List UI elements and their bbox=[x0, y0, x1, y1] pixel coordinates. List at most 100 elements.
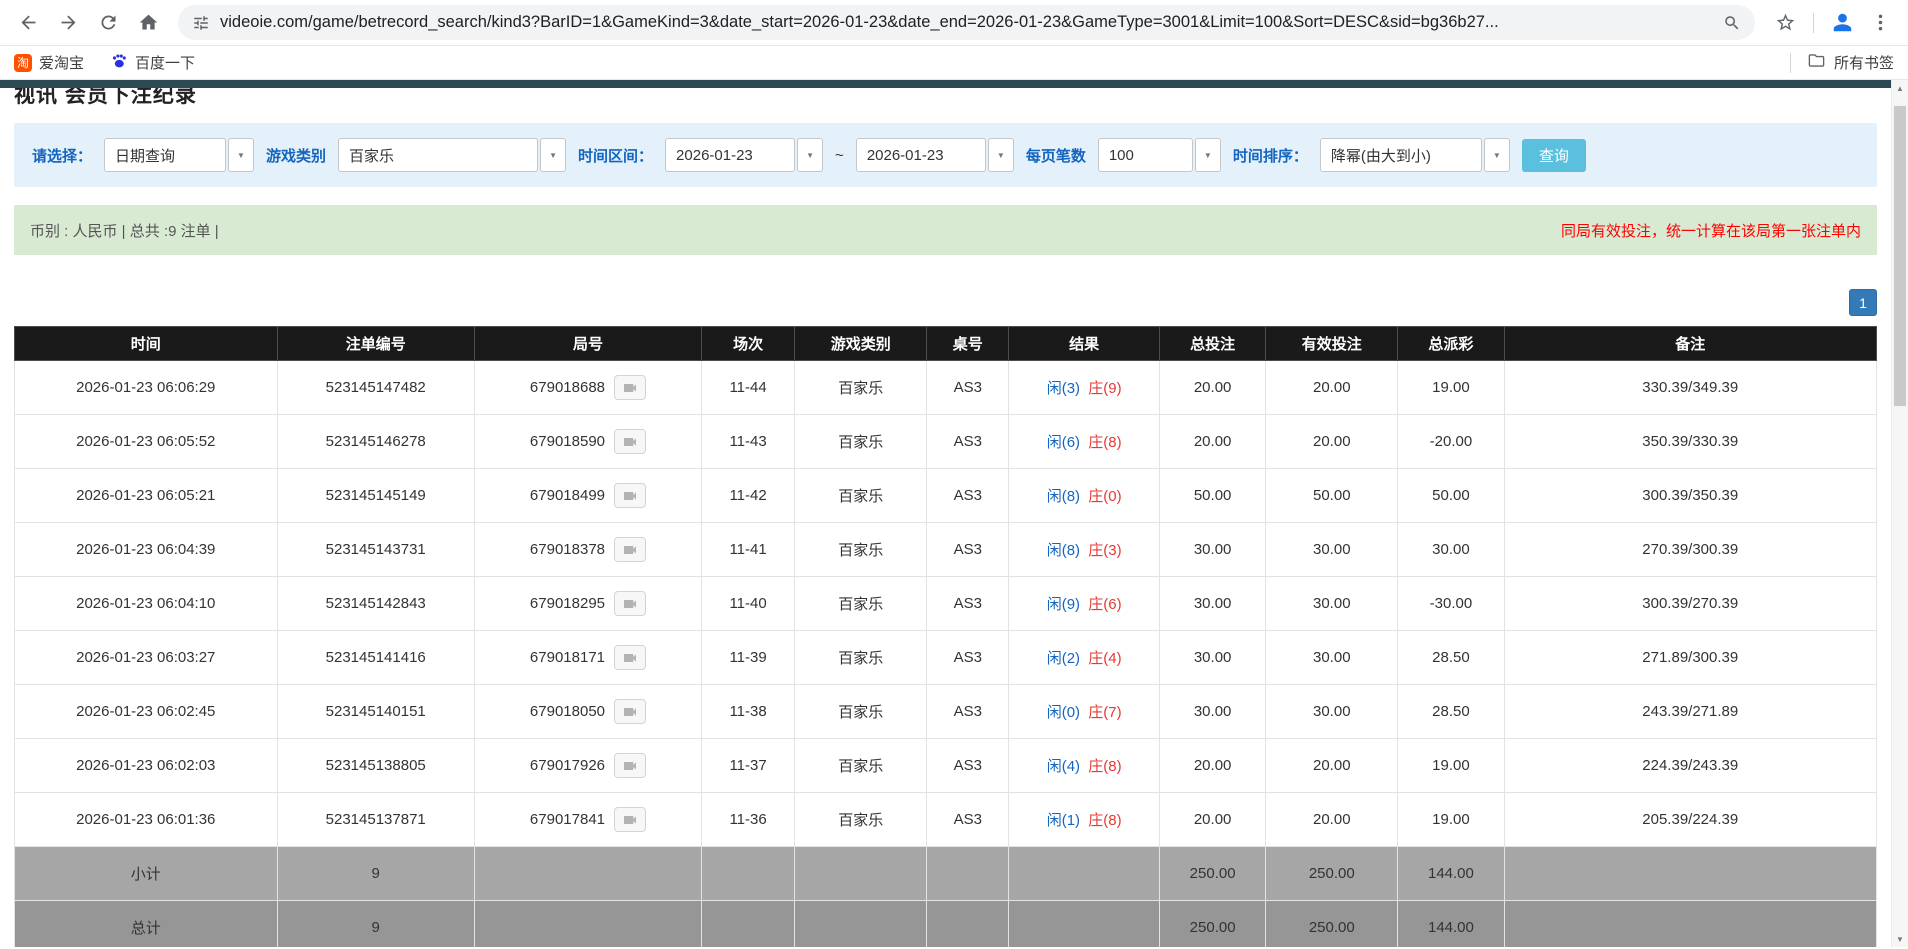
scrollbar-up-arrow[interactable]: ▲ bbox=[1892, 80, 1908, 96]
zoom-icon[interactable] bbox=[1723, 14, 1741, 32]
bookmark-taobao[interactable]: 淘 爱淘宝 bbox=[14, 52, 84, 73]
video-replay-button[interactable] bbox=[614, 537, 646, 562]
cell-payout: 28.50 bbox=[1398, 631, 1504, 685]
game-type-dropdown-button[interactable]: ▼ bbox=[540, 138, 566, 172]
sort-value[interactable]: 降幂(由大到小) bbox=[1320, 138, 1482, 172]
subtotal-count: 9 bbox=[277, 847, 474, 901]
cell-valid-bet: 50.00 bbox=[1266, 469, 1398, 523]
sort-select[interactable]: 降幂(由大到小) ▼ bbox=[1320, 138, 1510, 172]
video-replay-button[interactable] bbox=[614, 645, 646, 670]
column-header: 桌号 bbox=[927, 327, 1009, 361]
total-count: 9 bbox=[277, 901, 474, 948]
address-bar[interactable]: videoie.com/game/betrecord_search/kind3?… bbox=[178, 5, 1755, 40]
bookmark-baidu[interactable]: 百度一下 bbox=[110, 52, 195, 74]
table-row: 2026-01-23 06:04:39 523145143731 6790183… bbox=[15, 523, 1877, 577]
page-viewport: 视讯 会员下注纪录 请选择： 日期查询 ▼ 游戏类别 百家乐 ▼ 时间区间： ▼ bbox=[0, 80, 1908, 947]
table-row: 2026-01-23 06:05:21 523145145149 6790184… bbox=[15, 469, 1877, 523]
game-type-label: 游戏类别 bbox=[266, 145, 326, 166]
video-replay-button[interactable] bbox=[614, 807, 646, 832]
home-button[interactable] bbox=[130, 5, 166, 41]
query-type-value[interactable]: 日期查询 bbox=[104, 138, 226, 172]
cell-total-bet[interactable]: 20.00 bbox=[1160, 361, 1266, 415]
cell-note: 271.89/300.39 bbox=[1504, 631, 1877, 685]
vertical-scrollbar[interactable]: ▲ ▼ bbox=[1891, 80, 1908, 947]
back-button[interactable] bbox=[10, 5, 46, 41]
date-end-input[interactable] bbox=[856, 138, 986, 172]
result-player: 闲(4) bbox=[1047, 758, 1080, 775]
cell-round: 679018590 bbox=[474, 415, 701, 469]
query-type-dropdown-button[interactable]: ▼ bbox=[228, 138, 254, 172]
cell-session: 11-41 bbox=[702, 523, 795, 577]
game-type-value[interactable]: 百家乐 bbox=[338, 138, 538, 172]
refresh-button[interactable] bbox=[90, 5, 126, 41]
cell-game-type: 百家乐 bbox=[795, 469, 927, 523]
date-start-picker[interactable]: ▼ bbox=[665, 138, 823, 172]
page-title-wrap: 视讯 会员下注纪录 bbox=[14, 88, 1877, 111]
cell-payout: 30.00 bbox=[1398, 523, 1504, 577]
profile-button[interactable] bbox=[1824, 5, 1860, 41]
date-start-input[interactable] bbox=[665, 138, 795, 172]
cell-session: 11-42 bbox=[702, 469, 795, 523]
cell-session: 11-43 bbox=[702, 415, 795, 469]
page-size-input[interactable] bbox=[1098, 138, 1193, 172]
date-end-dropdown-button[interactable]: ▼ bbox=[988, 138, 1014, 172]
cell-total-bet[interactable]: 50.00 bbox=[1160, 469, 1266, 523]
cell-game-type: 百家乐 bbox=[795, 631, 927, 685]
cell-total-bet[interactable]: 30.00 bbox=[1160, 577, 1266, 631]
cell-result: 闲(0) 庄(7) bbox=[1009, 685, 1160, 739]
game-type-select[interactable]: 百家乐 ▼ bbox=[338, 138, 566, 172]
cell-bet-id: 523145145149 bbox=[277, 469, 474, 523]
page-size-select[interactable]: ▼ bbox=[1098, 138, 1221, 172]
profile-icon bbox=[1832, 12, 1853, 33]
bookmark-label: 爱淘宝 bbox=[39, 52, 84, 73]
cell-note: 330.39/349.39 bbox=[1504, 361, 1877, 415]
page-size-dropdown-button[interactable]: ▼ bbox=[1195, 138, 1221, 172]
sort-label: 时间排序： bbox=[1233, 145, 1308, 166]
all-bookmarks[interactable]: 所有书签 bbox=[1782, 51, 1894, 74]
cell-game-type: 百家乐 bbox=[795, 739, 927, 793]
date-start-dropdown-button[interactable]: ▼ bbox=[797, 138, 823, 172]
column-header: 局号 bbox=[474, 327, 701, 361]
sort-dropdown-button[interactable]: ▼ bbox=[1484, 138, 1510, 172]
menu-button[interactable] bbox=[1862, 5, 1898, 41]
folder-icon bbox=[1807, 51, 1826, 74]
table-body: 2026-01-23 06:06:29 523145147482 6790186… bbox=[15, 361, 1877, 847]
video-camera-icon bbox=[622, 380, 638, 396]
video-replay-button[interactable] bbox=[614, 591, 646, 616]
round-number: 679018171 bbox=[530, 649, 605, 666]
scrollbar-down-arrow[interactable]: ▼ bbox=[1892, 931, 1908, 947]
star-icon bbox=[1775, 12, 1796, 33]
date-end-picker[interactable]: ▼ bbox=[856, 138, 1014, 172]
url-text: videoie.com/game/betrecord_search/kind3?… bbox=[220, 13, 1713, 32]
video-replay-button[interactable] bbox=[614, 699, 646, 724]
select-label: 请选择： bbox=[32, 145, 92, 166]
cell-total-bet[interactable]: 30.00 bbox=[1160, 685, 1266, 739]
cell-total-bet[interactable]: 30.00 bbox=[1160, 523, 1266, 577]
chevron-down-icon: ▼ bbox=[237, 151, 245, 160]
cell-total-bet[interactable]: 20.00 bbox=[1160, 739, 1266, 793]
cell-total-bet[interactable]: 20.00 bbox=[1160, 415, 1266, 469]
video-replay-button[interactable] bbox=[614, 429, 646, 454]
cell-game-type: 百家乐 bbox=[795, 685, 927, 739]
result-banker: 庄(8) bbox=[1088, 758, 1121, 775]
scrollbar-thumb[interactable] bbox=[1894, 106, 1906, 406]
forward-button[interactable] bbox=[50, 5, 86, 41]
subtotal-total-bet: 250.00 bbox=[1160, 847, 1266, 901]
search-button[interactable]: 查询 bbox=[1522, 139, 1586, 172]
cell-payout: -30.00 bbox=[1398, 577, 1504, 631]
video-replay-button[interactable] bbox=[614, 375, 646, 400]
site-info-icon[interactable] bbox=[192, 14, 210, 32]
video-replay-button[interactable] bbox=[614, 753, 646, 778]
cell-total-bet[interactable]: 20.00 bbox=[1160, 793, 1266, 847]
cell-session: 11-37 bbox=[702, 739, 795, 793]
query-type-select[interactable]: 日期查询 ▼ bbox=[104, 138, 254, 172]
video-replay-button[interactable] bbox=[614, 483, 646, 508]
cell-total-bet[interactable]: 30.00 bbox=[1160, 631, 1266, 685]
cell-table-number: AS3 bbox=[927, 415, 1009, 469]
bookmark-star-button[interactable] bbox=[1767, 5, 1803, 41]
taobao-favicon-icon: 淘 bbox=[14, 54, 32, 72]
cell-result: 闲(4) 庄(8) bbox=[1009, 739, 1160, 793]
pagination-page-1[interactable]: 1 bbox=[1849, 289, 1877, 316]
result-player: 闲(8) bbox=[1047, 488, 1080, 505]
video-camera-icon bbox=[622, 758, 638, 774]
